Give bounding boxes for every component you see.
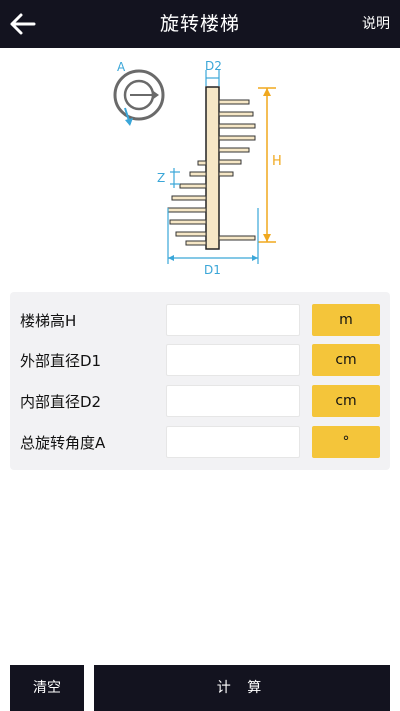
label-h: H [272,154,282,169]
top-bar: 旋转楼梯 说明 [0,0,400,48]
staircase-diagram: A D2 H Z D1 [113,59,282,277]
rotation-angle-input[interactable] [166,426,300,458]
rotation-angle-label: 总旋转角度A [20,434,106,452]
outer-diameter-label: 外部直径D1 [20,352,102,370]
stair-height-label: 楼梯高H [20,312,77,330]
bottom-bar: 清空 计 算 [0,657,400,711]
inner-diameter-unit-button[interactable]: cm [312,385,380,417]
calculate-button[interactable]: 计 算 [94,665,390,711]
label-z: Z [157,171,165,185]
help-button[interactable]: 说明 [362,0,390,48]
row-rotation-angle: 总旋转角度A ° [10,426,390,460]
page-title: 旋转楼梯 [159,13,240,35]
central-column [205,86,220,250]
inner-diameter-label: 内部直径D2 [20,393,102,411]
label-d2: D2 [205,59,222,73]
inner-diameter-input[interactable] [166,385,300,417]
row-stair-height: 楼梯高H m [10,304,390,338]
rotation-icon [113,69,165,126]
input-form: 楼梯高H m 外部直径D1 cm 内部直径D2 cm 总旋转角度A ° [10,292,390,470]
clear-button[interactable]: 清空 [10,665,84,711]
label-d1: D1 [204,263,221,277]
stair-height-input[interactable] [166,304,300,336]
row-inner-diameter: 内部直径D2 cm [10,385,390,419]
label-a: A [117,60,126,74]
stair-height-unit-button[interactable]: m [312,304,380,336]
rotation-angle-unit-button[interactable]: ° [312,426,380,458]
z-dimension [170,168,180,188]
steps-right [218,99,256,241]
outer-diameter-input[interactable] [166,344,300,376]
row-outer-diameter: 外部直径D1 cm [10,344,390,378]
outer-diameter-unit-button[interactable]: cm [312,344,380,376]
